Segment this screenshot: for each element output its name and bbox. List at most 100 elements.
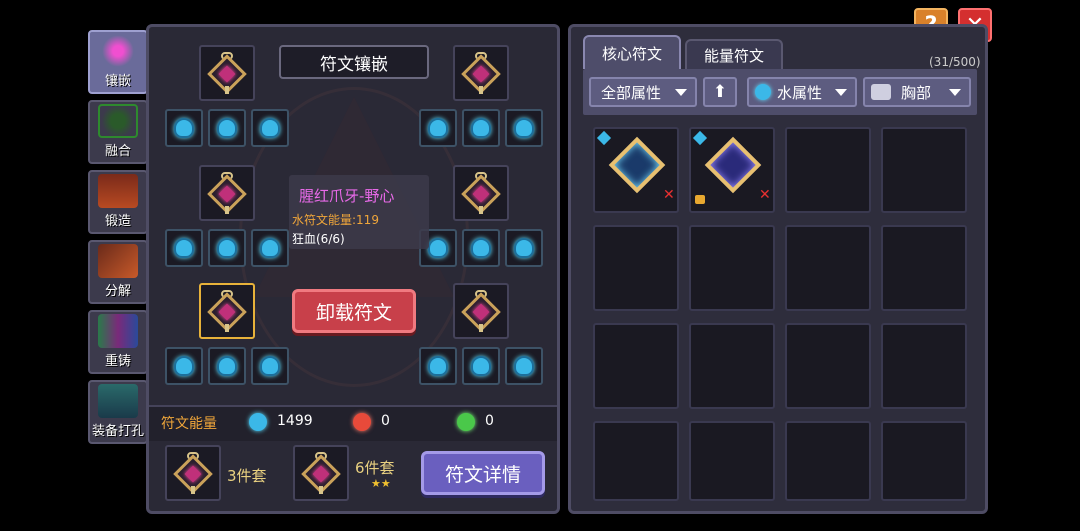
tab-forge[interactable]: 锻造 (88, 170, 148, 234)
water-rune-icon (514, 356, 534, 376)
energy-slot[interactable] (505, 109, 543, 147)
tab-socket[interactable]: 镶嵌 (88, 30, 148, 94)
water-element-icon (755, 84, 771, 100)
inventory-cell-empty[interactable] (785, 225, 871, 311)
core-slot-bottom-right[interactable] (453, 283, 509, 339)
slot-filter-dropdown[interactable]: 胸部 (863, 77, 971, 107)
rune-socket-panel: 符文镶嵌 腥红爪牙-野心 水符文能量:119 狂血(6/6) 卸载符文 符文能量… (146, 24, 560, 514)
water-energy-value: 1499 (277, 413, 313, 429)
energy-slot[interactable] (505, 229, 543, 267)
attribute-filter-dropdown[interactable]: 全部属性 (589, 77, 697, 107)
water-rune-icon (260, 356, 280, 376)
energy-slot[interactable] (419, 347, 457, 385)
tab-fusion[interactable]: 融合 (88, 100, 148, 164)
inventory-cell-empty[interactable] (881, 421, 967, 501)
chest-armor-icon (871, 84, 891, 100)
water-element-badge-icon (692, 130, 708, 146)
energy-slot[interactable] (419, 109, 457, 147)
core-slot-top-right[interactable] (453, 45, 509, 101)
energy-slot[interactable] (462, 347, 500, 385)
inventory-cell-empty[interactable] (593, 225, 679, 311)
rune-bonus-line: 狂血(6/6) (292, 232, 345, 246)
element-filter-dropdown[interactable]: 水属性 (747, 77, 857, 107)
inventory-cell-empty[interactable] (881, 127, 967, 213)
energy-slot[interactable] (208, 109, 246, 147)
inventory-cell-empty[interactable] (689, 225, 775, 311)
water-rune-icon (260, 118, 280, 138)
water-rune-icon (428, 118, 448, 138)
water-rune-icon (174, 118, 194, 138)
arrow-up-icon: ⬆ (712, 82, 728, 102)
inventory-cell-empty[interactable] (689, 421, 775, 501)
set-3-slot[interactable] (165, 445, 221, 501)
set-6-slot[interactable] (293, 445, 349, 501)
rune-details-button[interactable]: 符文详情 (421, 451, 545, 495)
rune-medal-icon (461, 52, 501, 94)
energy-slot[interactable] (208, 229, 246, 267)
fusion-icon (98, 104, 138, 138)
inventory-cell-empty[interactable] (689, 323, 775, 409)
water-rune-icon (217, 356, 237, 376)
water-rune-icon (514, 118, 534, 138)
chevron-down-icon (675, 89, 687, 96)
energy-slot[interactable] (251, 347, 289, 385)
inventory-cell-empty[interactable] (785, 421, 871, 501)
inventory-cell-water-rune-2[interactable]: ✕ (689, 127, 775, 213)
inventory-cell-empty[interactable] (593, 421, 679, 501)
energy-label: 符文能量 (161, 416, 217, 432)
recast-icon (98, 314, 138, 348)
water-rune-icon (514, 238, 534, 258)
core-slot-top-left[interactable] (199, 45, 255, 101)
nature-energy-value: 0 (485, 413, 494, 429)
water-energy-icon (249, 413, 267, 431)
tab-energy-runes-label: 能量符文 (703, 46, 764, 65)
rune-medal-icon (207, 290, 247, 332)
set-6-stars: ★★ (371, 477, 391, 490)
tab-core-runes-label: 核心符文 (601, 44, 662, 63)
chevron-down-icon (835, 89, 847, 96)
remove-mark-icon: ✕ (759, 187, 771, 203)
decompose-icon (98, 244, 138, 278)
energy-slot[interactable] (165, 347, 203, 385)
tab-punch[interactable]: 装备打孔 (88, 380, 148, 444)
energy-slot[interactable] (505, 347, 543, 385)
rune-name: 腥红爪牙-野心 (299, 187, 395, 205)
energy-slot[interactable] (462, 229, 500, 267)
tab-decompose[interactable]: 分解 (88, 240, 148, 304)
inventory-cell-empty[interactable] (785, 323, 871, 409)
energy-slot[interactable] (251, 229, 289, 267)
inventory-cell-empty[interactable] (593, 323, 679, 409)
rune-details-label: 符文详情 (444, 463, 521, 486)
energy-slot[interactable] (462, 109, 500, 147)
water-rune-icon (217, 118, 237, 138)
tab-core-runes[interactable]: 核心符文 (583, 35, 681, 69)
core-slot-mid-left[interactable] (199, 165, 255, 221)
inventory-cell-empty[interactable] (785, 127, 871, 213)
rune-energy-line: 水符文能量:119 (292, 213, 379, 227)
tab-label: 重铸 (104, 354, 131, 369)
energy-slot[interactable] (208, 347, 246, 385)
inventory-cell-empty[interactable] (881, 225, 967, 311)
fire-energy-icon (353, 413, 371, 431)
inventory-cell-empty[interactable] (881, 323, 967, 409)
tab-label: 镶嵌 (104, 74, 131, 89)
unload-rune-label: 卸载符文 (315, 301, 392, 324)
core-slot-bottom-left[interactable] (199, 283, 255, 339)
rune-medal-icon (173, 452, 213, 494)
fire-energy-value: 0 (381, 413, 390, 429)
slot-filter-label: 胸部 (901, 83, 932, 102)
sort-toggle-button[interactable]: ⬆ (703, 77, 737, 107)
tab-recast[interactable]: 重铸 (88, 310, 148, 374)
core-slot-mid-right[interactable] (453, 165, 509, 221)
energy-slot[interactable] (165, 229, 203, 267)
water-rune-icon (174, 238, 194, 258)
tab-energy-runes[interactable]: 能量符文 (685, 39, 783, 69)
element-filter-label: 水属性 (777, 83, 823, 102)
rune-medal-icon (461, 172, 501, 214)
lock-icon (695, 195, 705, 204)
energy-slot[interactable] (251, 109, 289, 147)
inventory-cell-water-rune-1[interactable]: ✕ (593, 127, 679, 213)
energy-slot[interactable] (165, 109, 203, 147)
unload-rune-button[interactable]: 卸载符文 (292, 289, 416, 333)
tab-label: 融合 (104, 144, 131, 159)
